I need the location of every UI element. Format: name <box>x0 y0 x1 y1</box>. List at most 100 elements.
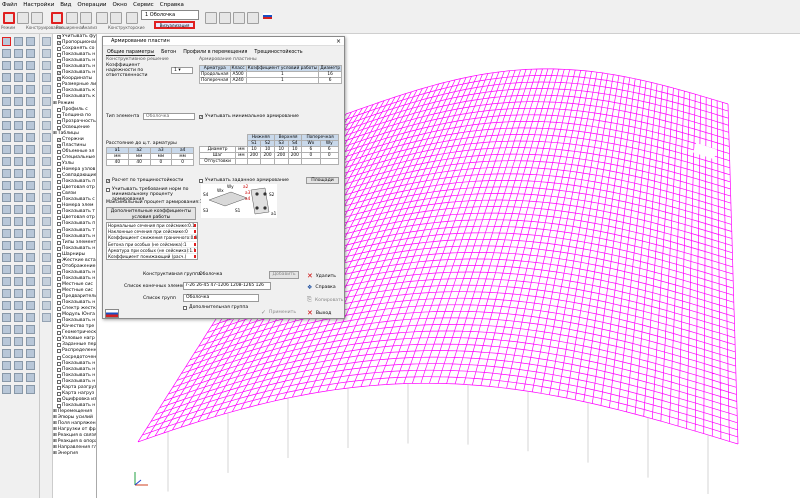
tree-checkbox[interactable] <box>57 349 61 354</box>
tool-button[interactable] <box>14 97 23 106</box>
tree-checkbox[interactable] <box>57 295 61 300</box>
tree-checkbox[interactable] <box>57 337 61 342</box>
tool-button[interactable] <box>2 349 11 358</box>
tree-checkbox[interactable] <box>57 325 61 330</box>
tree-checkbox[interactable] <box>57 403 61 408</box>
tool-button[interactable] <box>26 181 35 190</box>
tree-checkbox[interactable] <box>57 331 61 336</box>
tool-button[interactable] <box>26 205 35 214</box>
tool-button[interactable] <box>14 325 23 334</box>
menu-item-window[interactable]: Окно <box>113 2 128 8</box>
tree-tool-icon[interactable] <box>42 229 51 238</box>
tree-checkbox[interactable] <box>57 89 61 94</box>
tool-button[interactable] <box>2 253 11 262</box>
tree-checkbox[interactable] <box>57 186 61 191</box>
print-icon[interactable] <box>247 12 259 24</box>
tree-checkbox[interactable] <box>57 228 61 233</box>
tree-tool-icon[interactable] <box>42 49 51 58</box>
tree-checkbox[interactable]: ✓ <box>57 41 61 46</box>
table-row[interactable]: Поперечная A240 1 6 <box>199 77 343 84</box>
tree-checkbox[interactable]: ✓ <box>57 137 61 142</box>
tool-button[interactable] <box>26 145 35 154</box>
info-icon[interactable] <box>233 12 245 24</box>
tool-button[interactable] <box>26 37 35 46</box>
tool-button[interactable] <box>14 145 23 154</box>
table-row[interactable]: Отпустовки <box>198 158 340 165</box>
tree-checkbox[interactable] <box>57 125 61 130</box>
tool-button[interactable] <box>2 289 11 298</box>
tree-checkbox[interactable] <box>57 252 61 257</box>
tree-tool-icon[interactable] <box>42 109 51 118</box>
tool-button[interactable] <box>26 133 35 142</box>
tree-checkbox[interactable] <box>57 373 61 378</box>
tool-button[interactable] <box>14 85 23 94</box>
tool-button[interactable] <box>14 217 23 226</box>
tab-crack[interactable]: Трещиностойкость <box>253 50 303 56</box>
tree-checkbox[interactable] <box>57 313 61 318</box>
tree-checkbox[interactable] <box>57 59 61 64</box>
rebar-class-table[interactable]: Арматура Класс Коэффициент условий работ… <box>199 65 343 84</box>
extra-coef-button[interactable]: Дополнительные коэффициенты условия рабо… <box>106 207 196 220</box>
tool-button[interactable] <box>14 37 23 46</box>
tool-button[interactable] <box>2 181 11 190</box>
tree-checkbox[interactable] <box>57 113 61 118</box>
tree-checkbox[interactable] <box>57 53 61 58</box>
tool-button[interactable] <box>2 337 11 346</box>
tree-checkbox[interactable] <box>57 47 61 52</box>
crack-checkbox[interactable]: ✓ Расчет по трещиностойкости <box>106 178 183 183</box>
tree-checkbox[interactable] <box>57 282 61 287</box>
tree-checkbox[interactable]: ✓ <box>57 65 61 70</box>
tree-checkbox[interactable] <box>57 319 61 324</box>
tree-checkbox[interactable]: ✓ <box>57 397 61 402</box>
tool-button[interactable] <box>2 241 11 250</box>
tree-checkbox[interactable] <box>57 391 61 396</box>
tool-button[interactable] <box>14 361 23 370</box>
tree-tool-icon[interactable] <box>42 97 51 106</box>
tree-tool-icon[interactable] <box>42 205 51 214</box>
tree-checkbox[interactable] <box>57 155 61 160</box>
tool-button[interactable] <box>14 349 23 358</box>
tool-button[interactable] <box>26 61 35 70</box>
tool-button[interactable] <box>14 253 23 262</box>
tool-button[interactable] <box>14 241 23 250</box>
tool-button[interactable] <box>2 97 11 106</box>
menu-item-service[interactable]: Сервис <box>133 2 154 8</box>
tree-checkbox[interactable] <box>57 180 61 185</box>
tree-tool-icon[interactable] <box>42 277 51 286</box>
construct-icon[interactable] <box>17 12 29 24</box>
tree-tool-icon[interactable] <box>42 193 51 202</box>
mode-icon[interactable] <box>3 12 15 24</box>
tree-tool-icon[interactable] <box>42 73 51 82</box>
tool-button[interactable] <box>14 277 23 286</box>
tool-button[interactable] <box>14 385 23 394</box>
tool-button[interactable] <box>14 121 23 130</box>
min-rebar-checkbox[interactable]: ✓ Учитывать минимальное армирование <box>199 114 299 119</box>
tree-tool-icon[interactable] <box>42 145 51 154</box>
tool-button[interactable] <box>26 193 35 202</box>
table-icon[interactable] <box>205 12 217 24</box>
tool-button[interactable] <box>26 361 35 370</box>
elements-input[interactable]: 7-26 26-45 47-1206 1208-1265 126 <box>183 282 271 290</box>
tool-button[interactable] <box>14 181 23 190</box>
tool-button[interactable] <box>26 277 35 286</box>
tree-tool-icon[interactable] <box>42 301 51 310</box>
tool-button[interactable] <box>2 373 11 382</box>
tool-button[interactable] <box>26 169 35 178</box>
tool-button[interactable] <box>2 61 11 70</box>
areas-button[interactable]: Площади <box>306 177 339 184</box>
tab-general[interactable]: Общие параметры <box>106 50 156 56</box>
coef-list[interactable]: Нормальные сечения при сейсмике:0.1 Накло… <box>106 222 198 260</box>
tree-checkbox[interactable] <box>57 149 61 154</box>
tab-profiles[interactable]: Профили в перемещения <box>182 50 248 56</box>
distance-table[interactable]: a1 a2 a3 a4 мм мм мм мм 40 40 0 0 <box>106 147 194 166</box>
tool-button[interactable] <box>14 169 23 178</box>
tool-button[interactable] <box>2 229 11 238</box>
group-list-select[interactable]: Оболочка <box>183 294 259 302</box>
menu-item-operations[interactable]: Операции <box>77 2 106 8</box>
copy-button[interactable]: ⎘ Копировать <box>307 296 344 304</box>
tree-tool-icon[interactable] <box>42 85 51 94</box>
tool-button[interactable] <box>14 49 23 58</box>
tool-button[interactable] <box>14 193 23 202</box>
tool-button[interactable] <box>2 313 11 322</box>
tool-button[interactable] <box>26 97 35 106</box>
